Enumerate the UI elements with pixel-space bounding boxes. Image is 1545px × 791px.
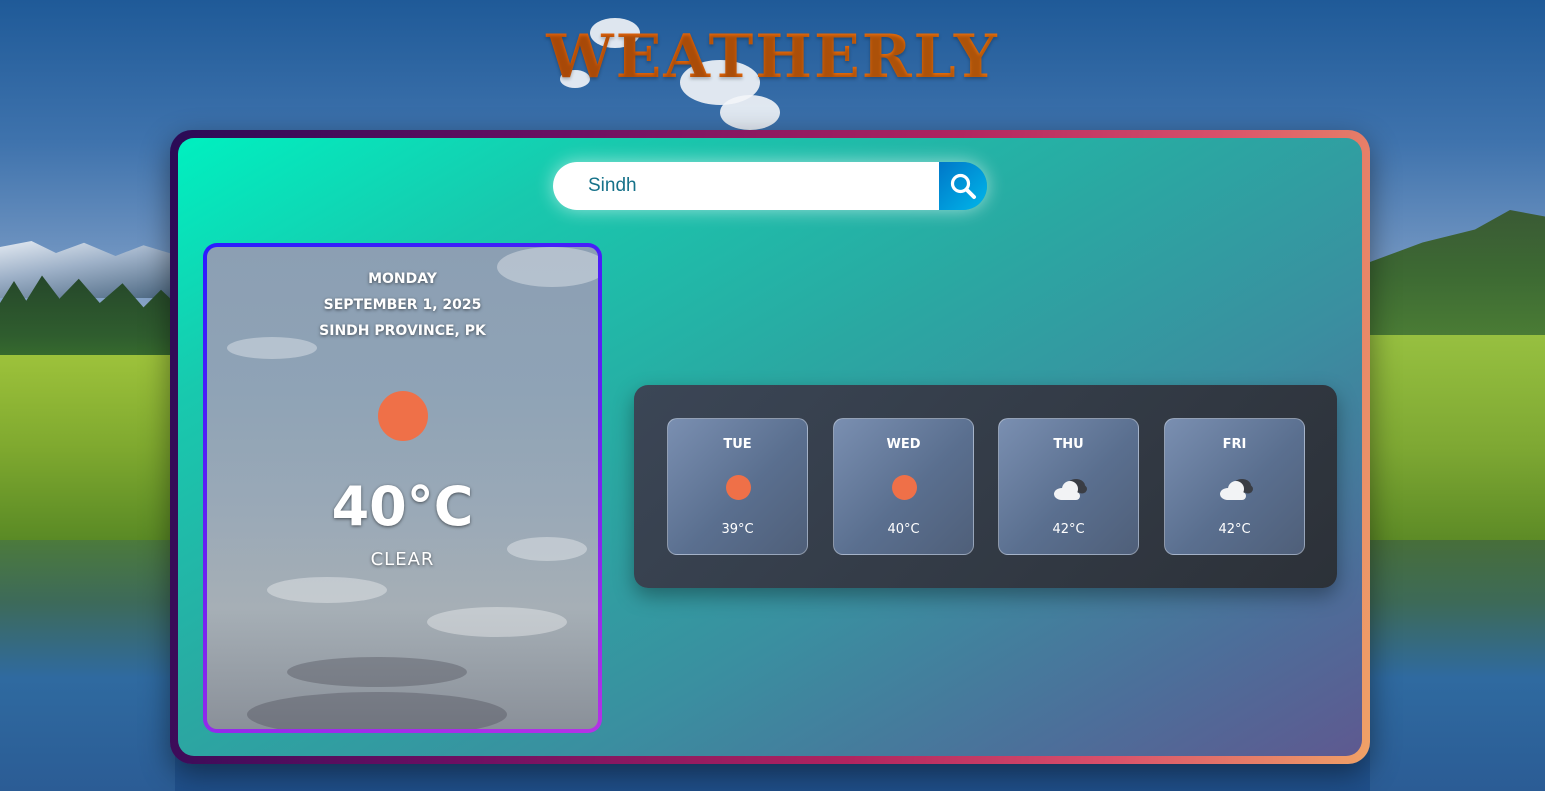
forecast-card-fri: FRI 42°C bbox=[1164, 418, 1305, 555]
forecast-temp: 42°C bbox=[1052, 522, 1085, 537]
search-bar bbox=[553, 162, 987, 210]
cloudy-icon bbox=[1054, 479, 1087, 500]
current-condition: CLEAR bbox=[370, 549, 435, 570]
current-weather-card: MONDAY SEPTEMBER 1, 2025 SINDH PROVINCE,… bbox=[203, 243, 602, 733]
sun-icon bbox=[726, 475, 751, 500]
forecast-day: TUE bbox=[723, 437, 752, 452]
current-date: SEPTEMBER 1, 2025 bbox=[323, 297, 482, 313]
current-day: MONDAY bbox=[368, 271, 437, 287]
cloudy-icon bbox=[1220, 479, 1253, 500]
forecast-temp: 40°C bbox=[887, 522, 920, 537]
forecast-card-tue: TUE 39°C bbox=[667, 418, 808, 555]
forecast-day: WED bbox=[886, 437, 921, 452]
current-location: SINDH PROVINCE, PK bbox=[319, 323, 486, 339]
app-title: WEATHERLY bbox=[0, 22, 1545, 92]
weather-card-frame: MONDAY SEPTEMBER 1, 2025 SINDH PROVINCE,… bbox=[170, 130, 1370, 764]
forecast-day: THU bbox=[1053, 437, 1084, 452]
sun-icon bbox=[378, 391, 428, 441]
forecast-temp: 39°C bbox=[721, 522, 754, 537]
forecast-card-wed: WED 40°C bbox=[833, 418, 974, 555]
forecast-panel: TUE 39°C WED 40°C THU 42°C FRI 42°C bbox=[634, 385, 1337, 588]
current-weather-background: MONDAY SEPTEMBER 1, 2025 SINDH PROVINCE,… bbox=[207, 247, 598, 729]
weather-panel: MONDAY SEPTEMBER 1, 2025 SINDH PROVINCE,… bbox=[178, 138, 1362, 756]
forecast-temp: 42°C bbox=[1218, 522, 1251, 537]
search-button[interactable] bbox=[939, 162, 987, 210]
current-temperature: 40°C bbox=[331, 475, 474, 538]
sun-icon bbox=[892, 475, 917, 500]
search-icon bbox=[950, 173, 976, 199]
forecast-card-thu: THU 42°C bbox=[998, 418, 1139, 555]
forecast-day: FRI bbox=[1222, 437, 1247, 452]
search-input[interactable] bbox=[553, 162, 943, 210]
